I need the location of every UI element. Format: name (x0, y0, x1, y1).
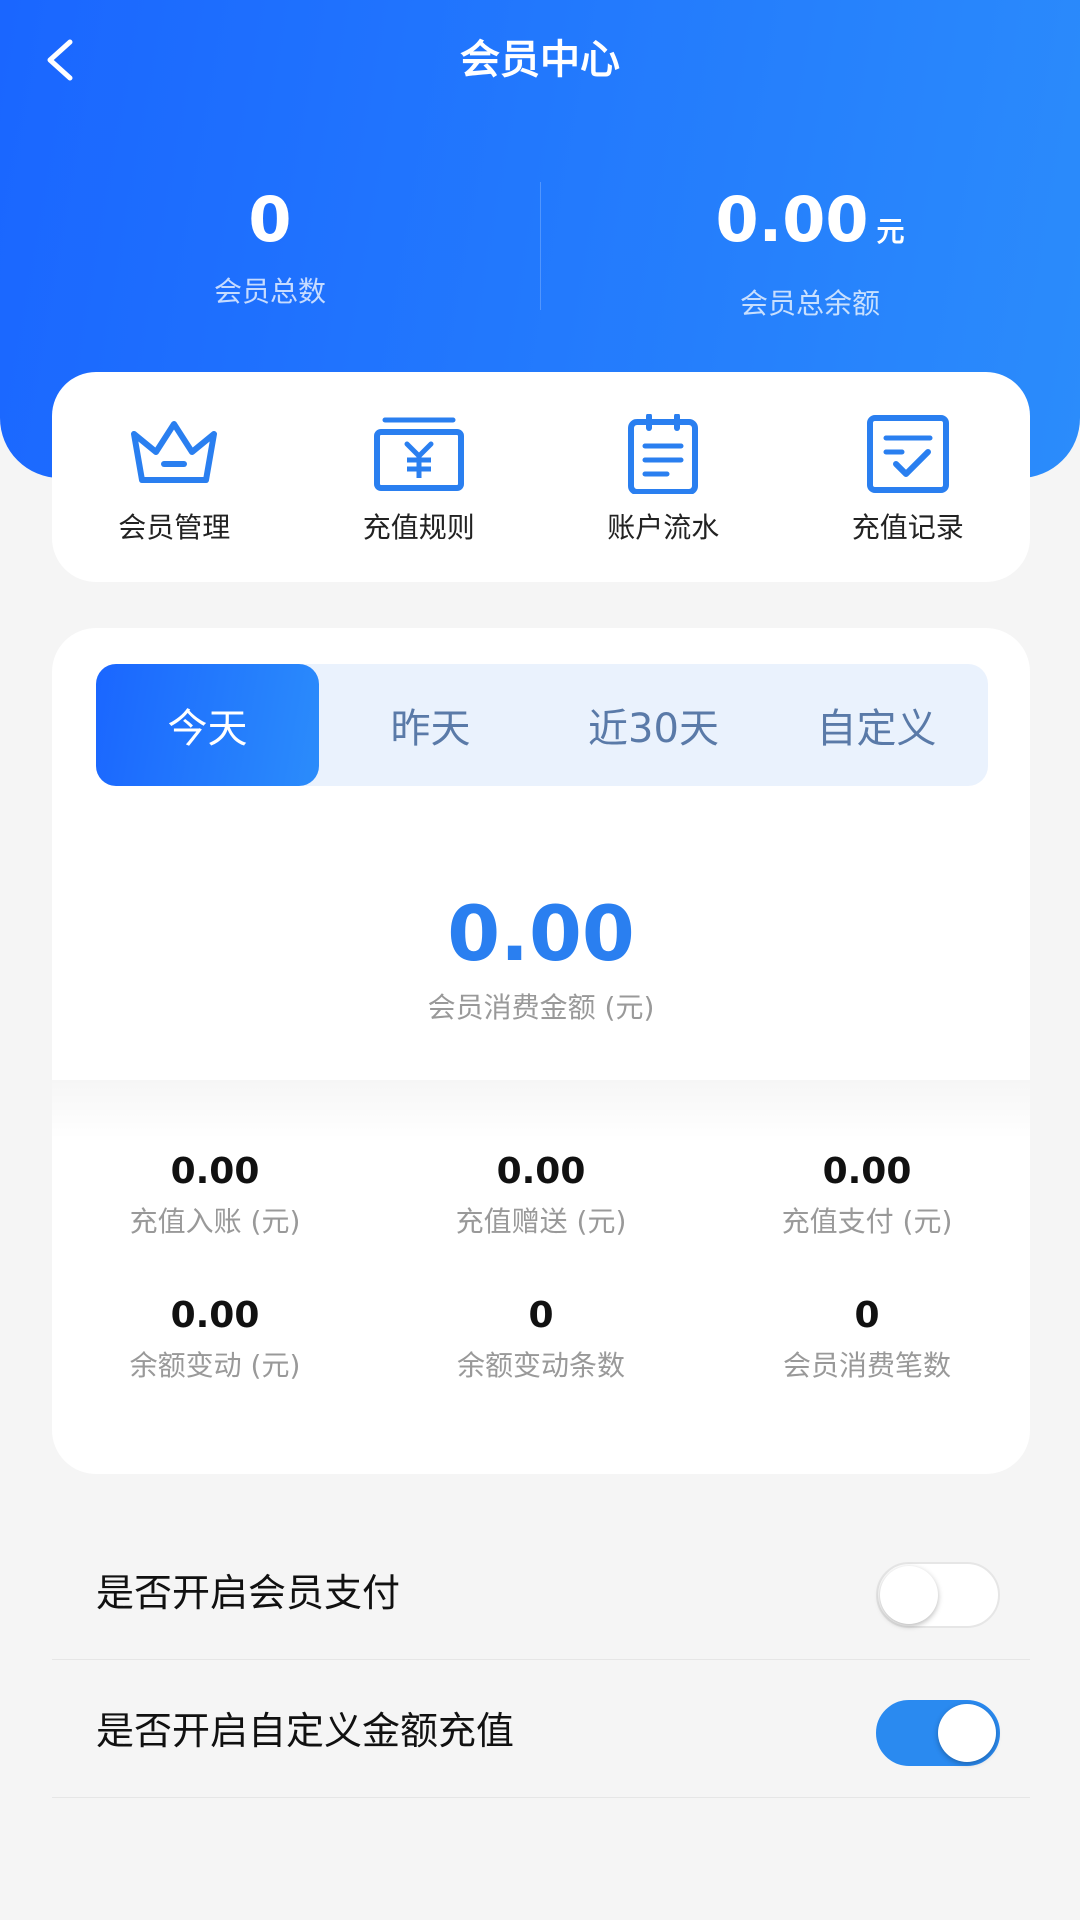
total-balance-stat: 0.00 元 会员总余额 (540, 180, 1080, 324)
metrics-grid: 0.00 充值入账 (元) 0.00 充值赠送 (元) 0.00 充值支付 (元… (52, 1148, 1030, 1386)
member-count-label: 会员总数 (213, 275, 326, 308)
menu-recharge-rules[interactable]: 充值规则 (297, 372, 542, 582)
stats-card: 今天 昨天 近30天 自定义 0.00 会员消费金额 (元) 0.00 充值入账… (52, 628, 1030, 1474)
member-count-value: 0 (248, 183, 292, 256)
metric-value: 0.00 (170, 1295, 260, 1336)
section-shadow (52, 1080, 1030, 1140)
consumption-label: 会员消费金额 (元) (427, 991, 655, 1024)
metric-balance-change: 0.00 余额变动 (元) (52, 1292, 378, 1386)
setting-member-payment: 是否开启会员支付 (52, 1524, 1030, 1660)
metric-label: 会员消费笔数 (782, 1349, 951, 1382)
quick-menu: 会员管理 充值规则 账户流水 充值记录 (52, 372, 1030, 582)
metric-consumption-count: 0 会员消费笔数 (704, 1292, 1030, 1386)
crown-icon (126, 414, 222, 494)
menu-label: 充值记录 (851, 511, 964, 544)
total-balance-label: 会员总余额 (739, 287, 880, 320)
tab-today[interactable]: 今天 (96, 664, 319, 786)
metric-label: 充值入账 (元) (129, 1205, 301, 1238)
metric-value: 0.00 (170, 1151, 260, 1192)
page-title: 会员中心 (460, 37, 620, 83)
menu-label: 会员管理 (118, 511, 231, 544)
setting-label: 是否开启会员支付 (96, 1571, 401, 1615)
metric-recharge-bonus: 0.00 充值赠送 (元) (378, 1148, 704, 1242)
toggle-knob (938, 1704, 996, 1762)
menu-account-flow[interactable]: 账户流水 (541, 372, 786, 582)
checklist-icon (860, 414, 956, 494)
metric-value: 0 (528, 1295, 554, 1336)
period-tabs: 今天 昨天 近30天 自定义 (96, 664, 988, 786)
toggle-knob (880, 1566, 938, 1624)
menu-label: 账户流水 (607, 511, 720, 544)
metric-value: 0 (854, 1295, 880, 1336)
tab-last-30-days[interactable]: 近30天 (542, 664, 765, 786)
metric-balance-change-count: 0 余额变动条数 (378, 1292, 704, 1386)
metric-recharge-income: 0.00 充值入账 (元) (52, 1148, 378, 1242)
total-balance-row: 0.00 元 (540, 180, 1080, 272)
menu-recharge-records[interactable]: 充值记录 (786, 372, 1031, 582)
total-balance-unit: 元 (876, 215, 905, 248)
metric-label: 余额变动 (元) (129, 1349, 301, 1382)
metric-label: 充值支付 (元) (781, 1205, 953, 1238)
metric-label: 余额变动条数 (456, 1349, 625, 1382)
menu-label: 充值规则 (362, 511, 475, 544)
member-payment-toggle[interactable] (876, 1562, 1000, 1628)
tab-custom[interactable]: 自定义 (765, 664, 988, 786)
member-count-stat: 0 会员总数 (0, 180, 540, 312)
setting-label: 是否开启自定义金额充值 (96, 1709, 515, 1753)
tab-yesterday[interactable]: 昨天 (319, 664, 542, 786)
consumption-value: 0.00 (447, 889, 635, 978)
metric-recharge-payment: 0.00 充值支付 (元) (704, 1148, 1030, 1242)
yen-bill-icon (371, 414, 467, 494)
clipboard-list-icon (615, 413, 711, 495)
menu-member-management[interactable]: 会员管理 (52, 372, 297, 582)
setting-custom-amount-recharge: 是否开启自定义金额充值 (52, 1662, 1030, 1798)
metric-value: 0.00 (822, 1151, 912, 1192)
custom-amount-recharge-toggle[interactable] (876, 1700, 1000, 1766)
metric-label: 充值赠送 (元) (455, 1205, 627, 1238)
metric-value: 0.00 (496, 1151, 586, 1192)
total-balance-value: 0.00 (715, 183, 869, 256)
